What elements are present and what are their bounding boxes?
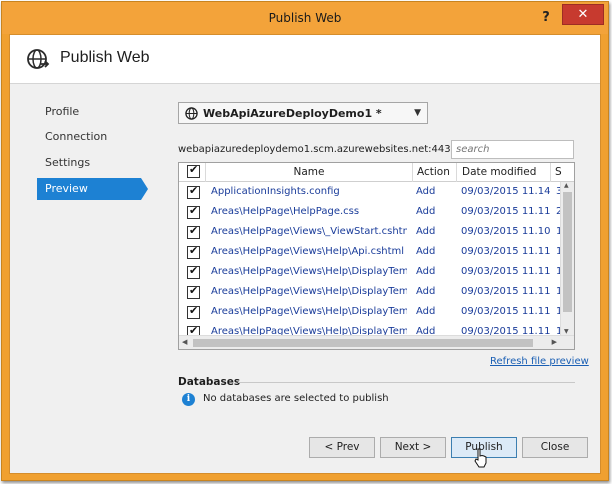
help-button[interactable]: ?: [534, 8, 558, 28]
file-name: Areas\HelpPage\Views\Help\DisplayTemplat: [211, 286, 407, 297]
horizontal-scrollbar[interactable]: ◀ ▶: [179, 335, 574, 349]
file-name: ApplicationInsights.config: [211, 186, 340, 197]
next-button[interactable]: Next >: [380, 437, 446, 458]
nav-item-connection[interactable]: Connection: [37, 126, 141, 148]
table-row[interactable]: ✔ Areas\HelpPage\Views\Help\DisplayTempl…: [179, 263, 562, 283]
checkmark-icon: ✔: [189, 224, 199, 237]
globe-publish-icon: [27, 49, 50, 69]
file-preview-grid: ✔ Name Action Date modified S ✔ Applicat…: [178, 162, 575, 350]
file-date: 09/03/2015 11.11.19: [461, 266, 551, 277]
table-row[interactable]: ✔ ApplicationInsights.config Add 09/03/2…: [179, 183, 562, 203]
file-name: Areas\HelpPage\HelpPage.css: [211, 206, 360, 217]
dialog-header: Publish Web: [10, 35, 600, 84]
file-action: Add: [416, 206, 436, 217]
profile-dropdown[interactable]: WebApiAzureDeployDemo1 * ▼: [178, 102, 428, 124]
databases-section-title: Databases: [178, 376, 241, 388]
file-action: Add: [416, 286, 436, 297]
page-title: Publish Web: [60, 49, 150, 66]
table-row[interactable]: ✔ Areas\HelpPage\Views\_ViewStart.cshtml…: [179, 223, 562, 243]
vertical-scroll-thumb[interactable]: [563, 192, 572, 312]
prev-button[interactable]: < Prev: [309, 437, 375, 458]
file-date: 09/03/2015 11.10.45: [461, 226, 551, 237]
mouse-pointer-hand-icon: [474, 448, 487, 468]
row-checkbox[interactable]: ✔: [187, 204, 200, 219]
column-header-check: [179, 163, 206, 182]
checkmark-icon: ✔: [189, 184, 199, 197]
horizontal-scroll-thumb[interactable]: [193, 339, 533, 347]
nav-item-preview[interactable]: Preview: [37, 178, 148, 200]
close-button[interactable]: Close: [522, 437, 588, 458]
column-header-action[interactable]: Action: [413, 163, 457, 182]
row-checkbox[interactable]: ✔: [187, 184, 200, 199]
column-header-name[interactable]: Name: [206, 163, 413, 182]
file-action: Add: [416, 266, 436, 277]
file-action: Add: [416, 306, 436, 317]
table-row[interactable]: ✔ Areas\HelpPage\HelpPage.css Add 09/03/…: [179, 203, 562, 223]
checkmark-icon: ✔: [189, 244, 199, 257]
file-name: Areas\HelpPage\Views\Help\DisplayTemplat: [211, 306, 407, 317]
dialog-client-area: Publish Web Profile Connection Settings …: [9, 34, 601, 474]
file-date: 09/03/2015 11.11.19: [461, 306, 551, 317]
databases-message: No databases are selected to publish: [203, 393, 389, 404]
file-name: Areas\HelpPage\Views\Help\Api.cshtml: [211, 246, 405, 257]
table-row[interactable]: ✔ Areas\HelpPage\Views\Help\DisplayTempl…: [179, 283, 562, 303]
row-checkbox[interactable]: ✔: [187, 284, 200, 299]
scroll-left-icon[interactable]: ◀: [182, 338, 187, 346]
row-checkbox[interactable]: ✔: [187, 224, 200, 239]
window-close-button[interactable]: ✕: [562, 4, 604, 25]
checkmark-icon: ✔: [189, 284, 199, 297]
checkmark-icon: ✔: [189, 264, 199, 277]
column-header-date-modified[interactable]: Date modified: [457, 163, 551, 182]
publish-web-window: Publish Web ? ✕ Publish Web Profile Conn…: [1, 1, 609, 481]
refresh-file-preview-link[interactable]: Refresh file preview: [490, 356, 589, 367]
window-title: Publish Web: [268, 11, 342, 25]
table-row[interactable]: ✔ Areas\HelpPage\Views\Help\DisplayTempl…: [179, 303, 562, 323]
column-header-size[interactable]: S: [551, 163, 574, 182]
row-checkbox[interactable]: ✔: [187, 264, 200, 279]
vertical-scrollbar[interactable]: ▲ ▼: [560, 182, 574, 335]
globe-icon: [185, 107, 198, 120]
scroll-up-icon[interactable]: ▲: [564, 182, 569, 189]
checkmark-icon: ✔: [189, 204, 199, 217]
file-action: Add: [416, 226, 436, 237]
active-indicator-arrow: [141, 178, 148, 200]
file-date: 09/03/2015 11.11.19: [461, 286, 551, 297]
site-url-label: webapiazuredeploydemo1.scm.azurewebsites…: [178, 144, 464, 155]
file-date: 09/03/2015 11.11.20: [461, 206, 551, 217]
section-divider: [238, 382, 575, 383]
file-date: 09/03/2015 11.11.19: [461, 246, 551, 257]
chevron-down-icon: ▼: [414, 108, 421, 118]
checkmark-icon: ✔: [189, 304, 199, 317]
scroll-down-icon[interactable]: ▼: [564, 328, 569, 335]
row-checkbox[interactable]: ✔: [187, 244, 200, 259]
nav-item-profile[interactable]: Profile: [37, 101, 141, 123]
info-icon: i: [182, 393, 195, 406]
file-action: Add: [416, 246, 436, 257]
table-row[interactable]: ✔ Areas\HelpPage\Views\Help\Api.cshtml A…: [179, 243, 562, 263]
scroll-right-icon[interactable]: ▶: [552, 338, 557, 346]
grid-header: ✔ Name Action Date modified S: [179, 163, 574, 182]
profile-selected-value: WebApiAzureDeployDemo1 *: [203, 107, 382, 120]
title-bar[interactable]: Publish Web ? ✕: [2, 2, 608, 34]
file-name: Areas\HelpPage\Views\_ViewStart.cshtml: [211, 226, 407, 237]
file-action: Add: [416, 186, 436, 197]
search-input[interactable]: [451, 140, 574, 159]
file-name: Areas\HelpPage\Views\Help\DisplayTemplat: [211, 266, 407, 277]
row-checkbox[interactable]: ✔: [187, 304, 200, 319]
nav-item-settings[interactable]: Settings: [37, 152, 141, 174]
nav-item-label: Preview: [45, 182, 88, 195]
file-date: 09/03/2015 11.14.01: [461, 186, 551, 197]
